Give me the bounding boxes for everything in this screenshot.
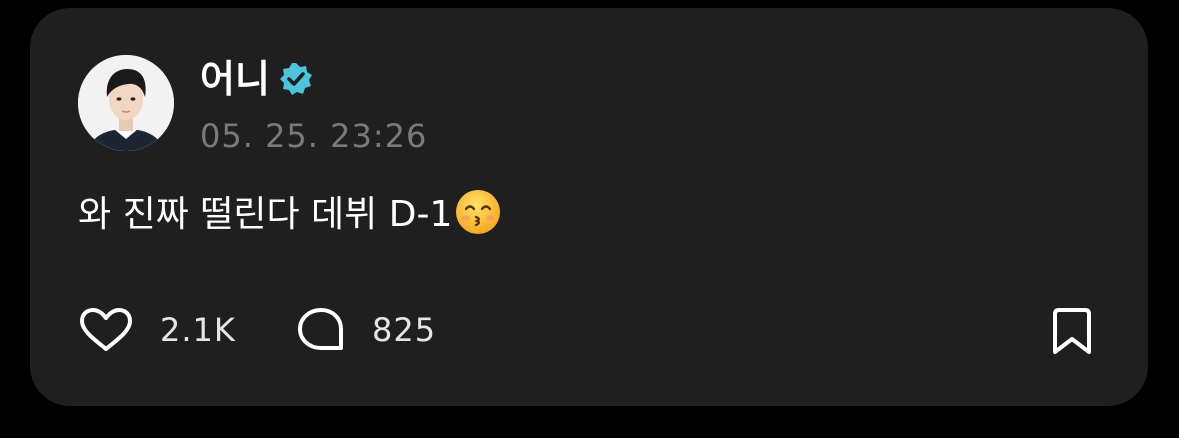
post-timestamp: 05. 25. 23:26 [200,117,428,155]
kissing-face-emoji-icon [454,188,502,236]
like-count: 2.1K [160,311,236,349]
comment-bubble-icon [298,308,343,350]
verified-badge-icon [278,61,314,97]
comment-count: 825 [372,311,437,349]
post-text: 와 진짜 떨린다 데뷔 D-1 [78,188,502,239]
profile-photo-icon [78,55,174,151]
bookmark-button[interactable] [1048,306,1096,356]
comment-button[interactable]: 825 [296,308,436,352]
post-body: 와 진짜 떨린다 데뷔 D-1 [78,194,453,235]
heart-icon [80,308,132,351]
author-name[interactable]: 어니 [200,56,270,102]
like-button[interactable]: 2.1K [78,308,236,352]
post-card: 어니 05. 25. 23:26 와 진짜 떨린다 데뷔 D-1 2.1K 82… [30,8,1148,406]
avatar[interactable] [78,55,174,151]
bookmark-icon [1053,308,1091,354]
